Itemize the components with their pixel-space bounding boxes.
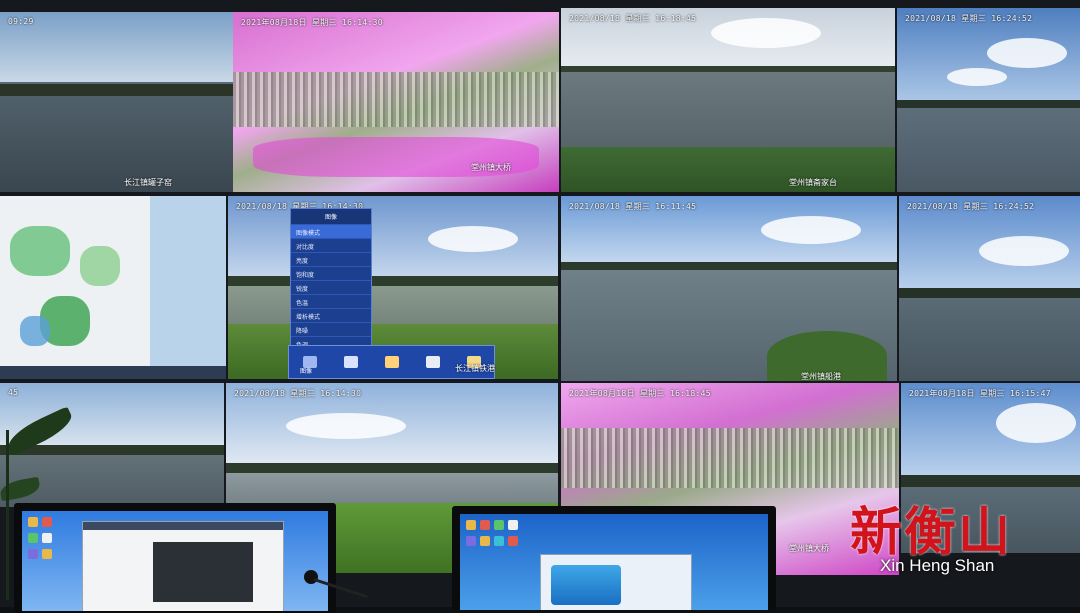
osd-menu-item[interactable]: 亮度 — [291, 252, 371, 266]
camera-location-label: 堂州镇船港 — [801, 372, 841, 381]
camera-timestamp: 2021/08/18 星期三 16:18:45 — [569, 14, 697, 23]
camera-tile: 2021/08/18 星期三 16:24:52 — [899, 196, 1080, 381]
osd-menu-title: 图像 — [291, 209, 371, 224]
camera-location-label: 堂州镇大桥 — [471, 163, 511, 172]
osd-menu-item[interactable]: 锐度 — [291, 280, 371, 294]
camera-tile: 2021/08/18 星期三 16:11:45 堂州镇船港 — [561, 196, 897, 381]
camera-timestamp: 45 — [8, 388, 19, 397]
desktop-icon[interactable] — [494, 536, 504, 546]
left-monitor-screen[interactable] — [22, 511, 328, 611]
desktop-icon[interactable] — [42, 533, 52, 543]
osd-menu-item[interactable]: 降噪 — [291, 322, 371, 336]
desktop-icon[interactable] — [508, 520, 518, 530]
osd-menu-item[interactable]: 对比度 — [291, 238, 371, 252]
camera-timestamp: 2021年08月18日 星期三 16:18:45 — [569, 389, 711, 398]
right-monitor — [452, 506, 776, 610]
camera-icon[interactable] — [384, 356, 399, 368]
brand-logo-title: 新衡山 — [850, 502, 1013, 563]
desktop-icon[interactable] — [28, 549, 38, 559]
osd-menu-item[interactable]: 增析模式 — [291, 308, 371, 322]
desktop-icon[interactable] — [480, 536, 490, 546]
desktop-icon[interactable] — [480, 520, 490, 530]
desktop-icon[interactable] — [28, 533, 38, 543]
camera-timestamp: 2021/08/18 星期三 16:24:52 — [905, 14, 1033, 23]
camera-location-label: 堂州镇斋家台 — [789, 178, 837, 187]
camera-tile: 2021年08月18日 星期三 16:14:30 堂州镇大桥 — [233, 12, 559, 192]
desktop-icon[interactable] — [466, 536, 476, 546]
osd-menu-item[interactable]: 图像模式 — [291, 224, 371, 238]
desktop-icon[interactable] — [466, 520, 476, 530]
osd-toolbar-label: 图像 — [300, 368, 313, 375]
microphone — [300, 570, 370, 607]
camera-timestamp: 2021/08/18 星期三 16:14:30 — [234, 389, 362, 398]
desktop-icon[interactable] — [42, 517, 52, 527]
app-window[interactable] — [82, 521, 284, 611]
osd-image-menu[interactable]: 图像 图像模式 对比度 亮度 饱和度 锐度 色温 增析模式 降噪 色调 — [290, 208, 372, 351]
display-icon[interactable] — [343, 356, 358, 368]
camera-timestamp: 2021/08/18 星期三 16:24:52 — [907, 202, 1035, 211]
camera-timestamp: 2021年08月18日 星期三 16:15:47 — [909, 389, 1051, 398]
osd-menu-item[interactable]: 色温 — [291, 294, 371, 308]
camera-tile: 2021/08/18 星期三 16:24:52 — [897, 8, 1080, 192]
camera-location-label: 长江镇铁港 — [455, 364, 495, 373]
right-monitor-screen[interactable] — [460, 514, 768, 610]
osd-menu-item[interactable]: 饱和度 — [291, 266, 371, 280]
camera-location-label: 堂州镇大桥 — [789, 544, 829, 553]
camera-tile: 09:29 长江镇罐子窑 — [0, 12, 233, 192]
tools-icon[interactable] — [425, 356, 440, 368]
camera-location-label: 长江镇罐子窑 — [124, 178, 172, 187]
camera-timestamp: 2021年08月18日 星期三 16:14:30 — [241, 18, 383, 27]
brand-logo-subtitle: Xin Heng Shan — [880, 556, 995, 575]
desktop-icon[interactable] — [508, 536, 518, 546]
camera-timestamp: 09:29 — [8, 17, 34, 26]
desktop-icon[interactable] — [42, 549, 52, 559]
camera-timestamp: 2021/08/18 星期三 16:11:45 — [569, 202, 697, 211]
left-monitor — [14, 503, 336, 613]
desktop-icon[interactable] — [494, 520, 504, 530]
app-window[interactable] — [540, 554, 692, 610]
camera-tile: 2021/08/18 星期三 16:18:45 堂州镇斋家台 — [561, 8, 895, 192]
weather-radar-map — [0, 196, 226, 379]
desktop-icon[interactable] — [28, 517, 38, 527]
